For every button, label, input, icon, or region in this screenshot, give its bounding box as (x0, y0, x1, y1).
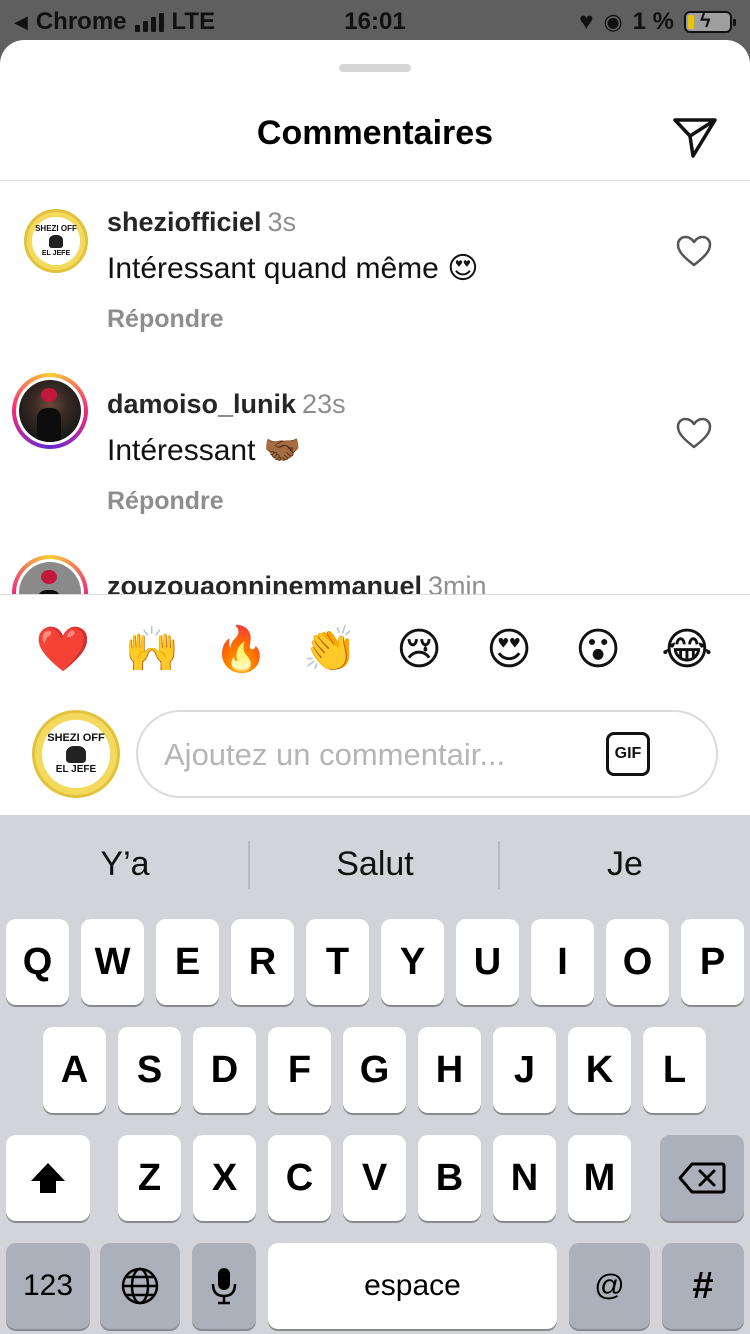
sheet-grabber[interactable] (339, 64, 411, 72)
comment-username[interactable]: sheziofficiel (107, 207, 262, 237)
logo-bottom-text: EL JEFE (55, 764, 97, 776)
key-a[interactable]: A (43, 1027, 106, 1113)
emoji-laughing[interactable]: 😂 (657, 620, 717, 680)
comment-header: sheziofficiel 3s (107, 207, 296, 238)
key-r[interactable]: R (231, 919, 294, 1005)
key-j[interactable]: J (493, 1027, 556, 1113)
paper-plane-icon[interactable] (672, 114, 718, 160)
comment-item: damoiso_lunik 23s Intéressant 🤝🏾 Répondre (0, 363, 750, 543)
key-w[interactable]: W (81, 919, 144, 1005)
reply-button[interactable]: Répondre (107, 487, 224, 516)
key-k[interactable]: K (568, 1027, 631, 1113)
comment-item: zouzouaonninemmanuel 3min (0, 545, 750, 595)
comment-text: Intéressant 🤝🏾 (107, 434, 302, 467)
key-l[interactable]: L (643, 1027, 706, 1113)
at-key[interactable]: @ (569, 1243, 650, 1329)
avatar-story-ring[interactable] (12, 555, 88, 595)
comment-header: damoiso_lunik 23s (107, 389, 346, 420)
emoji-surprised[interactable]: 😮 (568, 620, 628, 680)
key-p[interactable]: P (681, 919, 744, 1005)
suggestion-3[interactable]: Je (500, 845, 750, 884)
key-g[interactable]: G (343, 1027, 406, 1113)
logo-top-text: SHEZI OFF (47, 731, 105, 744)
comment-time: 23s (302, 389, 346, 419)
key-t[interactable]: T (306, 919, 369, 1005)
comment-header: zouzouaonninemmanuel 3min (107, 571, 487, 595)
orientation-lock-icon: ◉ (603, 9, 623, 34)
shift-key[interactable] (6, 1135, 90, 1221)
keyboard: Y’a Salut Je Q W E R T Y U I O P A S D F… (0, 815, 750, 1334)
comment-time: 3s (267, 207, 297, 237)
emoji-fire[interactable]: 🔥 (211, 620, 271, 680)
microphone-icon (211, 1268, 237, 1305)
hash-key[interactable]: # (662, 1243, 744, 1329)
like-heart-icon[interactable] (676, 235, 712, 267)
like-heart-icon[interactable] (676, 417, 712, 449)
backspace-key[interactable] (660, 1135, 744, 1221)
key-s[interactable]: S (118, 1027, 181, 1113)
ninja-logo-icon (65, 745, 87, 764)
comment-item: SHEZI OFF EL JEFE sheziofficiel 3s Intére… (0, 181, 750, 361)
key-m[interactable]: M (568, 1135, 631, 1221)
backspace-icon (678, 1162, 726, 1194)
key-q[interactable]: Q (6, 919, 69, 1005)
key-i[interactable]: I (531, 919, 594, 1005)
emoji-raised-hands[interactable]: 🙌 (122, 620, 182, 680)
emoji-heart-eyes[interactable]: 😍 (479, 620, 539, 680)
predictive-bar: Y’a Salut Je (0, 815, 750, 915)
key-x[interactable]: X (193, 1135, 256, 1221)
emoji-clap[interactable]: 👏 (300, 620, 360, 680)
suggestion-2[interactable]: Salut (250, 845, 500, 884)
key-c[interactable]: C (268, 1135, 331, 1221)
key-o[interactable]: O (606, 919, 669, 1005)
key-v[interactable]: V (343, 1135, 406, 1221)
user-photo (19, 562, 81, 595)
microphone-key[interactable] (192, 1243, 256, 1329)
user-photo (19, 380, 81, 442)
key-d[interactable]: D (193, 1027, 256, 1113)
heart-icon: ♥ (579, 8, 594, 35)
key-u[interactable]: U (456, 919, 519, 1005)
key-z[interactable]: Z (118, 1135, 181, 1221)
space-key[interactable]: espace (268, 1243, 557, 1329)
globe-key[interactable] (100, 1243, 180, 1329)
battery-charging-icon: ϟ (684, 10, 736, 33)
comment-input[interactable] (164, 730, 594, 780)
avatar[interactable]: SHEZI OFF EL JEFE (24, 209, 88, 273)
comment-username[interactable]: zouzouaonninemmanuel (107, 571, 422, 595)
avatar-story-ring[interactable] (12, 373, 88, 449)
emoji-crying[interactable]: 😢 (389, 620, 449, 680)
suggestion-1[interactable]: Y’a (0, 845, 250, 884)
comment-list[interactable]: SHEZI OFF EL JEFE sheziofficiel 3s Intére… (0, 181, 750, 595)
battery-percent: 1 % (632, 8, 674, 35)
logo-bottom-text: EL JEFE (41, 249, 71, 257)
emoji-reaction-bar: ❤️ 🙌 🔥 👏 😢 😍 😮 😂 (0, 620, 750, 680)
gif-button[interactable]: GIF (606, 732, 650, 776)
comment-text: Intéressant quand même 😍 (107, 252, 479, 285)
ninja-logo-icon (48, 235, 64, 248)
sheet-title: Commentaires (256, 114, 494, 152)
reply-button[interactable]: Répondre (107, 305, 224, 334)
key-e[interactable]: E (156, 919, 219, 1005)
key-n[interactable]: N (493, 1135, 556, 1221)
status-right: ♥ ◉ 1 % ϟ (579, 8, 736, 36)
emoji-heart[interactable]: ❤️ (33, 620, 93, 680)
key-b[interactable]: B (418, 1135, 481, 1221)
shift-arrow-icon (31, 1163, 65, 1193)
my-avatar[interactable]: SHEZI OFF EL JEFE (32, 710, 120, 798)
key-h[interactable]: H (418, 1027, 481, 1113)
comment-time: 3min (428, 571, 487, 595)
key-y[interactable]: Y (381, 919, 444, 1005)
comments-sheet: Commentaires SHEZI OFF EL JEFE shezioffi… (0, 40, 750, 815)
comment-input-box[interactable]: GIF (136, 710, 718, 798)
globe-icon (121, 1267, 159, 1305)
comment-username[interactable]: damoiso_lunik (107, 389, 296, 419)
composer-divider (0, 594, 750, 595)
key-f[interactable]: F (268, 1027, 331, 1113)
logo-top-text: SHEZI OFF (35, 224, 77, 234)
numbers-key[interactable]: 123 (6, 1243, 90, 1329)
status-bar: ◀ Chrome LTE 16:01 ♥ ◉ 1 % ϟ (0, 0, 750, 42)
